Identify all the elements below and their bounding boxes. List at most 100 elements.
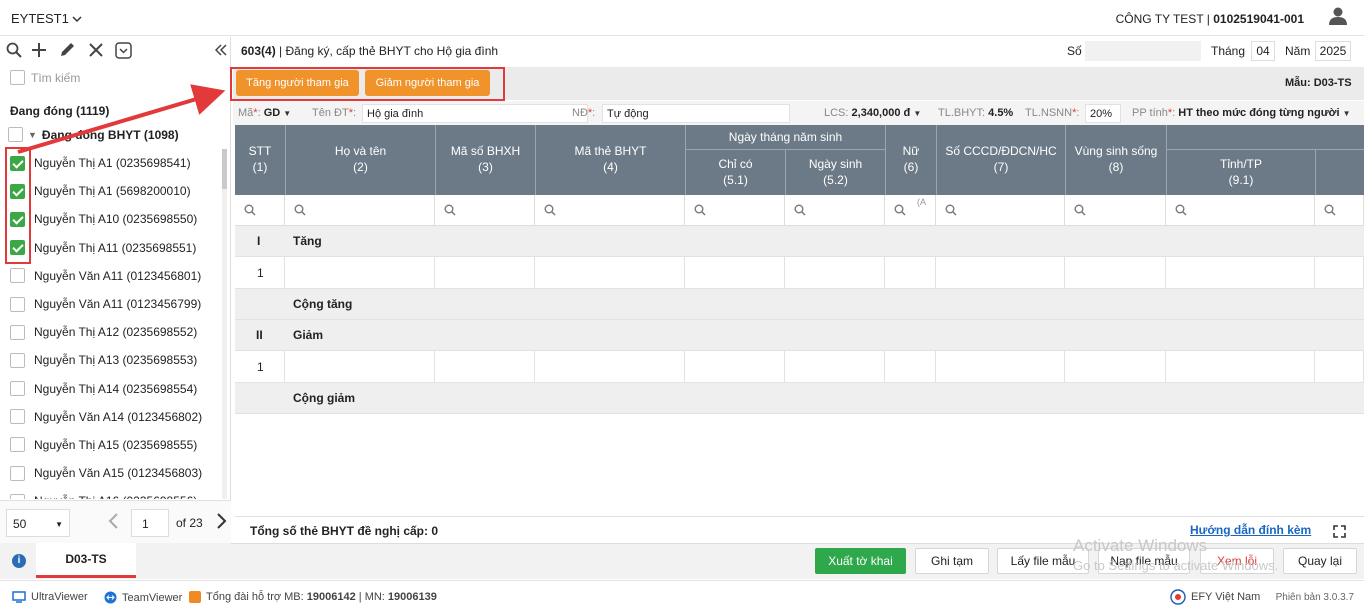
table-cell[interactable]: [936, 257, 1065, 289]
pp-label: PP tính: [1132, 107, 1168, 119]
search-row[interactable]: Tìm kiếm: [10, 70, 80, 85]
delete-icon[interactable]: [88, 42, 106, 60]
ultraviewer-link[interactable]: UltraViewer: [12, 591, 88, 603]
column-filter[interactable]: (A: [885, 195, 936, 226]
list-item[interactable]: Nguyễn Thị A1 (5698200010): [10, 177, 222, 205]
column-filter[interactable]: [1166, 195, 1315, 226]
prev-page-icon[interactable]: [107, 513, 119, 529]
save-draft-button[interactable]: Ghi tạm: [915, 548, 989, 574]
table-cell[interactable]: [885, 351, 936, 383]
next-page-icon[interactable]: [216, 513, 228, 529]
th-ma-the: Mã thẻ BHYT (4): [574, 144, 647, 174]
employee-checkbox[interactable]: [10, 409, 25, 425]
user-icon[interactable]: [1328, 6, 1348, 26]
group-checkbox[interactable]: [8, 127, 23, 142]
column-filter[interactable]: [785, 195, 885, 226]
table-cell[interactable]: [285, 257, 435, 289]
table-cell[interactable]: [435, 351, 535, 383]
total-row-giam: Cộng giảm: [235, 383, 1364, 414]
ma-field[interactable]: Mã*: GD ▼: [238, 107, 291, 119]
list-item[interactable]: Nguyễn Thị A1 (0235698541): [10, 149, 222, 177]
column-filter[interactable]: [285, 195, 435, 226]
label-giam: Giảm: [293, 328, 324, 342]
employee-checkbox[interactable]: [10, 437, 25, 453]
table-cell[interactable]: [685, 351, 785, 383]
table-cell[interactable]: [785, 351, 885, 383]
workspace-selector[interactable]: EYTEST1: [11, 11, 82, 26]
list-item[interactable]: Nguyễn Thị A11 (0235698551): [10, 234, 222, 262]
employee-checkbox[interactable]: [10, 381, 25, 397]
collapse-panel-icon[interactable]: [215, 43, 233, 61]
add-icon[interactable]: [31, 42, 49, 60]
caret-down-icon[interactable]: ▼: [28, 130, 37, 140]
search-icon[interactable]: [6, 42, 24, 60]
employee-checkbox[interactable]: [10, 352, 25, 368]
thang-input[interactable]: 04: [1251, 41, 1275, 61]
column-filter[interactable]: [936, 195, 1065, 226]
column-filter[interactable]: [685, 195, 785, 226]
list-item[interactable]: Nguyễn Thị A13 (0235698553): [10, 346, 222, 374]
lcs-field[interactable]: LCS: 2,340,000 đ ▼: [824, 107, 921, 119]
column-filter[interactable]: [235, 195, 285, 226]
export-button[interactable]: Xuất tờ khai: [815, 548, 906, 574]
tax-code: 0102519041-001: [1213, 12, 1304, 26]
column-filter[interactable]: [435, 195, 535, 226]
teamviewer-link[interactable]: TeamViewer: [104, 591, 182, 604]
list-item[interactable]: Nguyễn Thị A16 (0235698556): [10, 487, 222, 499]
employee-checkbox[interactable]: [10, 296, 25, 312]
column-filter[interactable]: [535, 195, 685, 226]
nd-input[interactable]: Tự động: [602, 104, 790, 123]
table-cell[interactable]: [1315, 351, 1364, 383]
table-cell[interactable]: [435, 257, 535, 289]
guide-link[interactable]: Hướng dẫn đính kèm: [1190, 523, 1311, 537]
scrollbar-thumb[interactable]: [222, 149, 227, 189]
table-cell[interactable]: [535, 257, 685, 289]
page-size-select[interactable]: 50 ▼: [6, 509, 70, 537]
column-filter[interactable]: [1315, 195, 1364, 226]
table-cell[interactable]: [1065, 257, 1166, 289]
table-cell[interactable]: [1166, 351, 1315, 383]
list-item[interactable]: Nguyễn Thị A12 (0235698552): [10, 318, 222, 346]
list-item[interactable]: Nguyễn Thị A10 (0235698550): [10, 205, 222, 233]
list-item[interactable]: Nguyễn Văn A15 (0123456803): [10, 459, 222, 487]
table-cell[interactable]: [535, 351, 685, 383]
employee-checkbox[interactable]: [10, 465, 25, 481]
list-item[interactable]: Nguyễn Văn A14 (0123456802): [10, 403, 222, 431]
table-cell[interactable]: [285, 351, 435, 383]
table-cell[interactable]: [936, 351, 1065, 383]
list-item[interactable]: Nguyễn Thị A14 (0235698554): [10, 375, 222, 403]
ten-dt-input[interactable]: Hộ gia đình: [362, 104, 588, 123]
column-filter[interactable]: [1065, 195, 1166, 226]
tab-d03-ts[interactable]: D03-TS: [36, 543, 136, 578]
edit-icon[interactable]: [59, 42, 77, 60]
select-all-checkbox[interactable]: [10, 70, 25, 85]
list-scrollbar[interactable]: [222, 149, 227, 499]
list-item[interactable]: Nguyễn Văn A11 (0123456801): [10, 262, 222, 290]
employee-checkbox[interactable]: [10, 493, 25, 499]
table-cell[interactable]: [1166, 257, 1315, 289]
group-row[interactable]: ▼ Đang đóng BHYT (1098): [8, 127, 179, 142]
so-input[interactable]: [1085, 41, 1201, 61]
table-cell[interactable]: [1315, 257, 1364, 289]
nam-input[interactable]: 2025: [1315, 41, 1351, 61]
dropdown-box-icon[interactable]: [115, 42, 133, 60]
tl-nsnn-input[interactable]: 20%: [1085, 104, 1121, 123]
table-cell[interactable]: [685, 257, 785, 289]
teamviewer-label: TeamViewer: [122, 591, 183, 604]
fullscreen-icon[interactable]: [1333, 525, 1346, 538]
pp-field[interactable]: PP tính*: HT theo mức đóng từng người ▼: [1132, 107, 1351, 119]
page-number-input[interactable]: 1: [131, 509, 169, 537]
table-row[interactable]: 1: [235, 257, 1364, 289]
employee-checkbox[interactable]: [10, 268, 25, 284]
table-row[interactable]: 1: [235, 351, 1364, 383]
info-icon[interactable]: i: [12, 554, 26, 568]
table-cell[interactable]: 1: [235, 257, 285, 289]
list-item[interactable]: Nguyễn Văn A11 (0123456799): [10, 290, 222, 318]
table-cell[interactable]: [1065, 351, 1166, 383]
table-cell[interactable]: [885, 257, 936, 289]
table-cell[interactable]: 1: [235, 351, 285, 383]
employee-checkbox[interactable]: [10, 324, 25, 340]
table-cell[interactable]: [785, 257, 885, 289]
list-item[interactable]: Nguyễn Thị A15 (0235698555): [10, 431, 222, 459]
back-button[interactable]: Quay lại: [1283, 548, 1357, 574]
